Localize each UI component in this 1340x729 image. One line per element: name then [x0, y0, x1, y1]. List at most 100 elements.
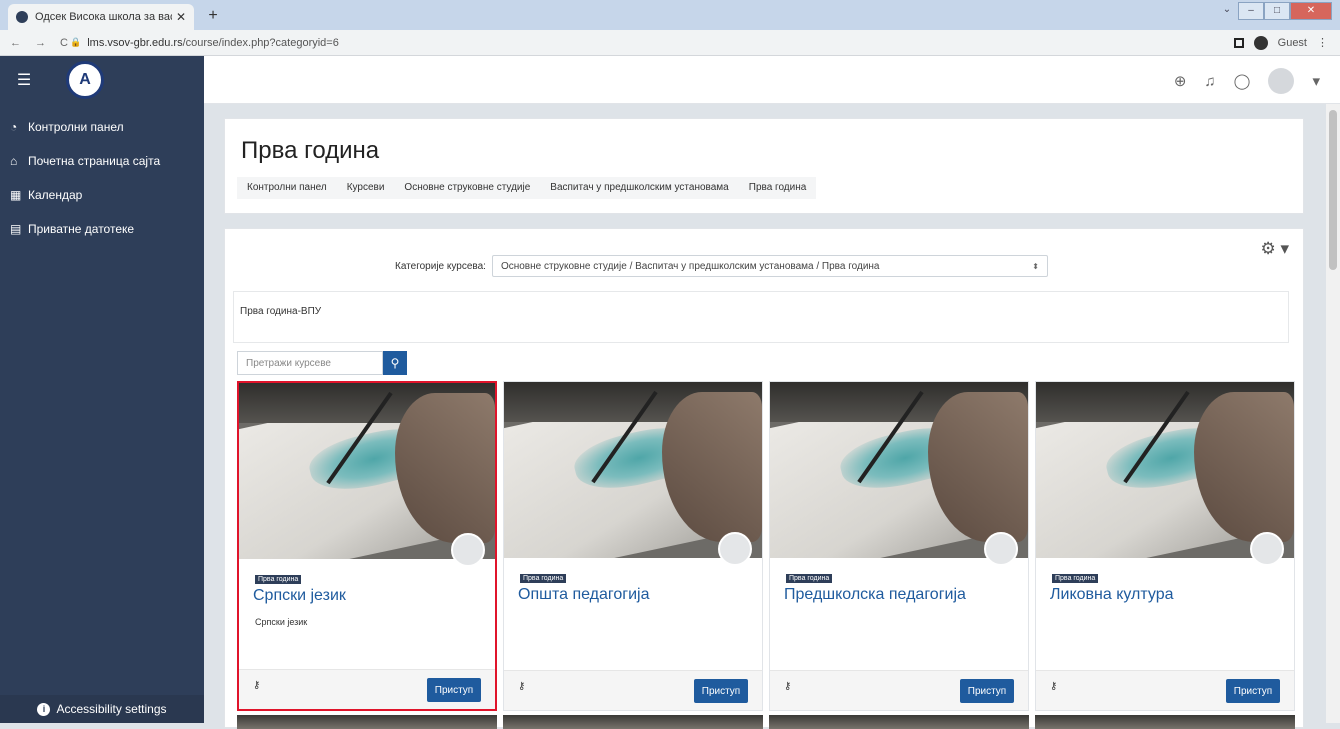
- course-image[interactable]: [1036, 382, 1294, 558]
- course-image[interactable]: [239, 383, 495, 559]
- minimize-button[interactable]: –: [1238, 2, 1264, 20]
- course-image-partial[interactable]: [503, 715, 763, 729]
- browser-tab-bar: Одсек Висока школа за васпит ✕ + ⌄ – □ ✕: [0, 0, 1340, 30]
- back-icon[interactable]: ←: [10, 37, 21, 49]
- language-globe-icon[interactable]: ⊕: [1174, 72, 1187, 90]
- page-header: Прва година Контролни панел Курсеви Осно…: [224, 118, 1304, 214]
- close-window-button[interactable]: ✕: [1290, 2, 1332, 20]
- browser-menu-icon[interactable]: ⋮: [1317, 36, 1328, 49]
- profile-icon[interactable]: [1253, 35, 1268, 50]
- notifications-bell-icon[interactable]: ♫: [1204, 73, 1215, 90]
- category-description: Прва година-ВПУ: [233, 291, 1289, 343]
- category-badge: Прва година: [255, 575, 302, 584]
- category-badge: Прва година: [520, 574, 567, 583]
- page-scrollbar[interactable]: [1326, 104, 1340, 723]
- logo-area: A: [48, 56, 204, 104]
- breadcrumb: Контролни панел Курсеви Основне струковн…: [237, 177, 817, 199]
- files-icon: ▤: [10, 222, 22, 236]
- reload-icon[interactable]: C: [60, 37, 68, 49]
- breadcrumb-item[interactable]: Курсеви: [337, 177, 395, 199]
- access-button[interactable]: Приступ: [427, 678, 481, 702]
- access-button[interactable]: Приступ: [694, 679, 748, 703]
- access-button[interactable]: Приступ: [1226, 679, 1280, 703]
- course-image[interactable]: [770, 382, 1028, 558]
- course-title[interactable]: Ликовна култура: [1050, 586, 1173, 604]
- messages-chat-icon[interactable]: ◯: [1234, 72, 1251, 90]
- key-icon: ⚷: [518, 681, 526, 692]
- url-field[interactable]: 🔒 lms.vsov-gbr.edu.rs/course/index.php?c…: [70, 37, 1234, 49]
- access-button[interactable]: Приступ: [960, 679, 1014, 703]
- key-icon: ⚷: [1050, 681, 1058, 692]
- breadcrumb-item[interactable]: Прва година: [739, 177, 817, 199]
- course-image-partial[interactable]: [769, 715, 1029, 729]
- tab-search-icon[interactable]: ⌄: [1216, 2, 1238, 20]
- new-tab-button[interactable]: +: [203, 6, 223, 26]
- sidebar-item-dashboard[interactable]: ◔ Контролни панел: [0, 110, 204, 144]
- sidebar-item-site-home[interactable]: ⌂ Почетна страница сајта: [0, 144, 204, 178]
- key-icon: ⚷: [253, 680, 261, 691]
- close-tab-icon[interactable]: ✕: [176, 10, 186, 24]
- category-select[interactable]: Основне струковне студије / Васпитач у п…: [491, 255, 1048, 277]
- category-label: Категорије курсева:: [395, 260, 486, 272]
- card-footer: ⚷ Приступ: [504, 670, 762, 710]
- search-icon[interactable]: ⚲: [383, 351, 407, 375]
- key-icon: ⚷: [784, 681, 792, 692]
- sidebar: ◔ Контролни панел ⌂ Почетна страница сај…: [0, 104, 204, 723]
- sidebar-item-private-files[interactable]: ▤ Приватне датотеке: [0, 212, 204, 246]
- sidebar-item-label: Почетна страница сајта: [28, 154, 161, 168]
- course-title[interactable]: Општа педагогија: [518, 586, 650, 604]
- course-cards: Прва година Српски језик Српски језик ⚷ …: [237, 381, 1295, 711]
- scrollbar-thumb[interactable]: [1329, 110, 1337, 270]
- course-category-region: ⚙ ▾ Категорије курсева: Основне струковн…: [224, 228, 1304, 729]
- card-footer: ⚷ Приступ: [239, 669, 495, 709]
- user-menu-chevron-icon[interactable]: ▾: [1312, 72, 1320, 90]
- course-card[interactable]: Прва година Предшколска педагогија ⚷ При…: [769, 381, 1029, 711]
- hamburger-menu-icon[interactable]: ☰: [0, 56, 48, 104]
- category-badge: Прва година: [786, 574, 833, 583]
- sidebar-item-label: Приватне датотеке: [28, 222, 135, 236]
- tab-title: Одсек Висока школа за васпит: [35, 11, 172, 23]
- teacher-avatar: [1250, 532, 1284, 566]
- course-card[interactable]: Прва година Општа педагогија ⚷ Приступ: [503, 381, 763, 711]
- url-host: lms.vsov-gbr.edu.rs: [87, 36, 183, 49]
- window-controls: ⌄ – □ ✕: [1216, 2, 1332, 20]
- breadcrumb-item[interactable]: Контролни панел: [237, 177, 337, 199]
- breadcrumb-item[interactable]: Основне струковне студије: [394, 177, 540, 199]
- next-course-row: [237, 715, 1295, 729]
- maximize-button[interactable]: □: [1264, 2, 1290, 20]
- lock-icon: 🔒: [70, 37, 82, 47]
- course-title[interactable]: Предшколска педагогија: [784, 586, 966, 604]
- course-title[interactable]: Српски језик: [253, 587, 346, 605]
- teacher-avatar: [451, 533, 485, 567]
- page-title: Прва година: [241, 137, 380, 164]
- course-summary: Српски језик: [255, 617, 308, 627]
- breadcrumb-item[interactable]: Васпитач у предшколским установама: [540, 177, 738, 199]
- guest-label[interactable]: Guest: [1278, 37, 1307, 49]
- tab-overview-icon[interactable]: [1233, 37, 1244, 48]
- category-selector-row: Категорије курсева: Основне струковне ст…: [395, 255, 1048, 277]
- course-image-partial[interactable]: [237, 715, 497, 729]
- course-card[interactable]: Прва година Српски језик Српски језик ⚷ …: [237, 381, 497, 711]
- teacher-avatar: [984, 532, 1018, 566]
- gear-icon[interactable]: ⚙ ▾: [1261, 239, 1290, 259]
- course-image-partial[interactable]: [1035, 715, 1295, 729]
- calendar-icon: ▦: [10, 188, 22, 202]
- url-path: /course/index.php?categoryid=6: [182, 36, 339, 49]
- sidebar-item-label: Контролни панел: [28, 120, 124, 134]
- sidebar-item-calendar[interactable]: ▦ Календар: [0, 178, 204, 212]
- search-input[interactable]: Претражи курсеве: [237, 351, 383, 375]
- browser-tab[interactable]: Одсек Висока школа за васпит ✕: [8, 4, 194, 30]
- user-avatar[interactable]: [1268, 68, 1295, 94]
- forward-icon[interactable]: →: [35, 37, 46, 49]
- accessibility-settings-button[interactable]: i Accessibility settings: [0, 695, 204, 723]
- course-image[interactable]: [504, 382, 762, 558]
- favicon-icon: [16, 11, 28, 23]
- address-bar: ← → C 🔒 lms.vsov-gbr.edu.rs/course/index…: [0, 30, 1340, 56]
- home-icon: ⌂: [10, 154, 18, 168]
- site-logo[interactable]: A: [66, 61, 104, 99]
- course-card[interactable]: Прва година Ликовна култура ⚷ Приступ: [1035, 381, 1295, 711]
- sidebar-item-label: Календар: [28, 188, 83, 202]
- accessibility-label: Accessibility settings: [56, 702, 167, 716]
- select-arrows-icon: ⬍: [1032, 261, 1039, 271]
- dashboard-icon: ◔: [10, 120, 18, 134]
